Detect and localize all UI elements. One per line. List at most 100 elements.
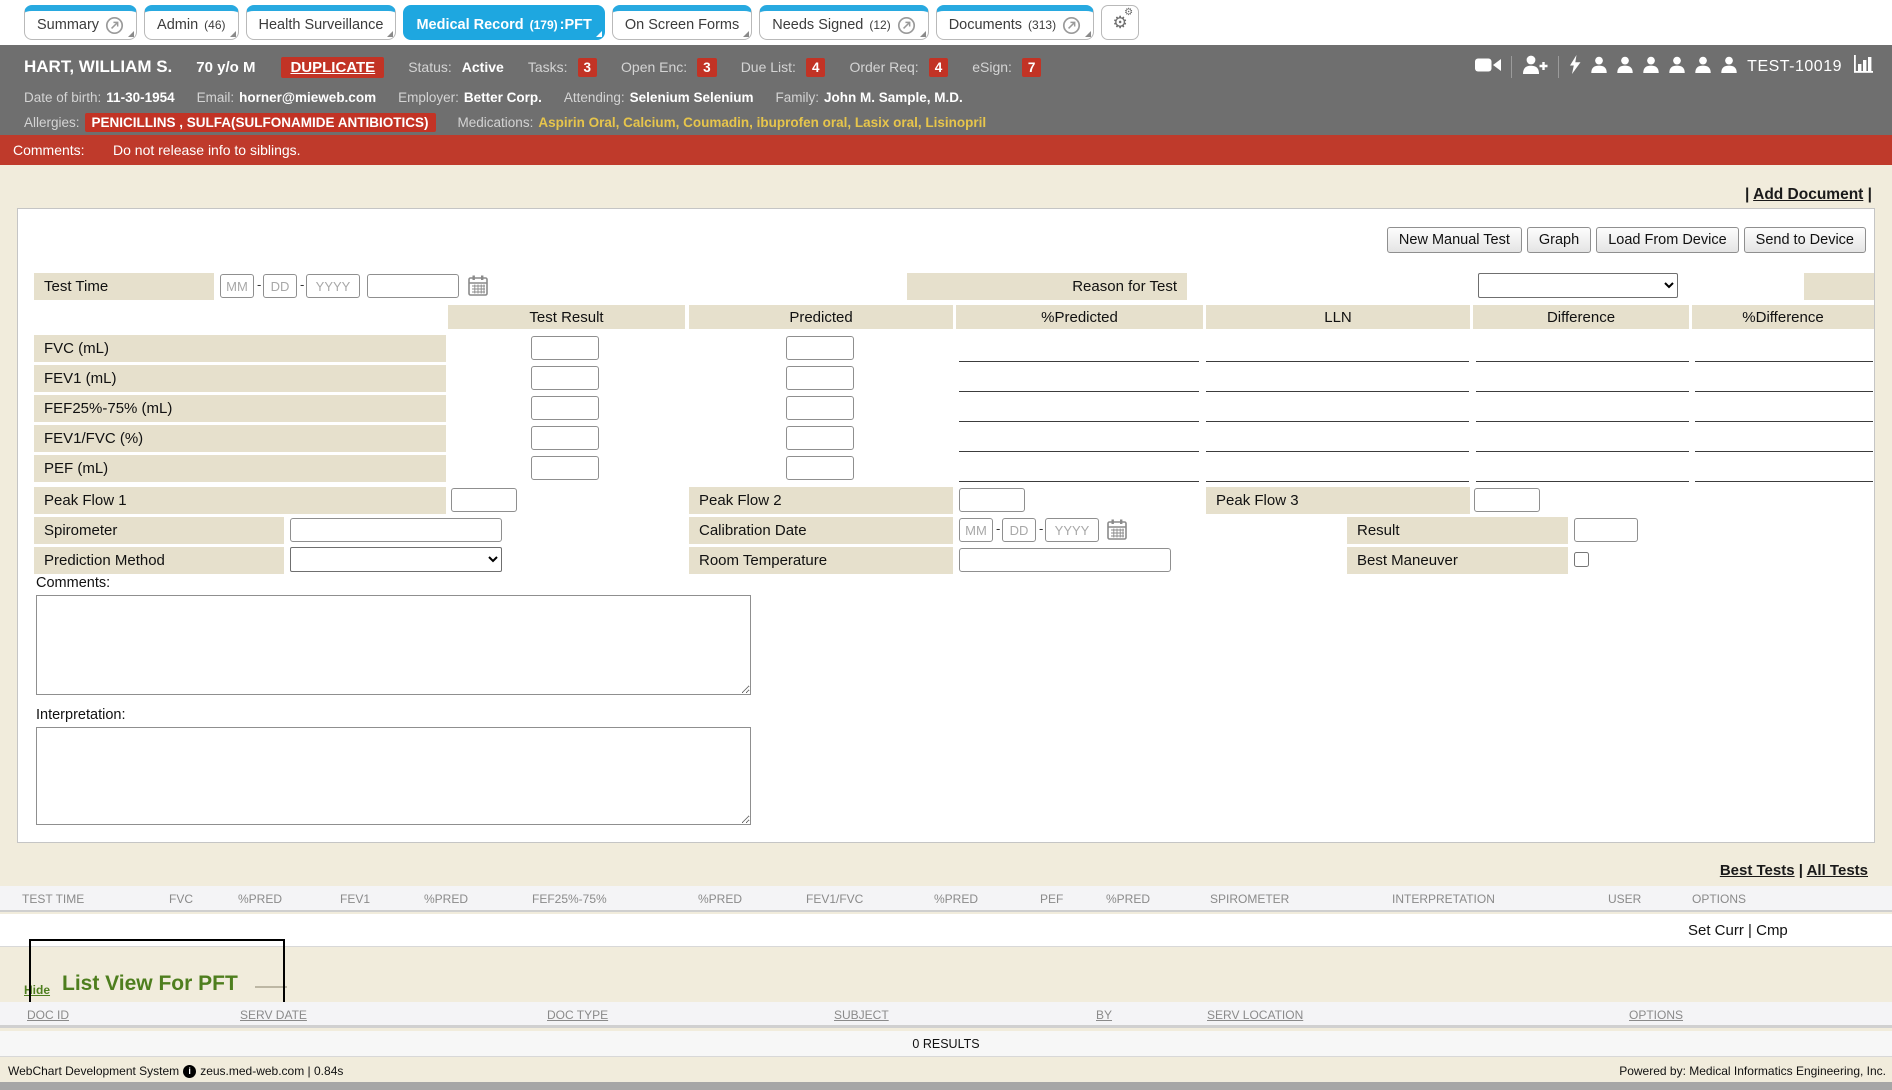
lightning-icon[interactable] (1569, 55, 1581, 79)
calendar-icon[interactable] (468, 275, 488, 301)
fvc-pct-predicted-line (959, 361, 1199, 362)
room-temperature-input[interactable] (959, 548, 1171, 572)
document-list-empty-row: 0 RESULTS (0, 1031, 1892, 1057)
doc-col-options[interactable]: OPTIONS (1629, 1008, 1683, 1022)
fvc-pct-difference-line (1695, 361, 1873, 362)
fev1-fvc-predicted-input[interactable] (786, 426, 854, 450)
doc-col-doc-type[interactable]: DOC TYPE (547, 1008, 608, 1022)
fef-test-result-input[interactable] (531, 396, 599, 420)
results-col-options: OPTIONS (1692, 892, 1746, 906)
order-req-count-badge[interactable]: 4 (929, 58, 949, 77)
date-separator: - (257, 277, 261, 292)
peak-flow-3-input[interactable] (1474, 488, 1540, 512)
results-col-spirometer: SPIROMETER (1210, 892, 1289, 906)
calibration-month-input[interactable] (959, 518, 993, 542)
add-document-link[interactable]: Add Document (1753, 186, 1863, 203)
peak-flow-1-input[interactable] (451, 488, 517, 512)
open-enc-count-badge[interactable]: 3 (697, 58, 717, 77)
cmp-link[interactable]: Cmp (1756, 922, 1788, 939)
external-link-icon[interactable] (105, 16, 124, 35)
patient-name: HART, WILLIAM S. (24, 57, 172, 77)
info-icon[interactable]: i (183, 1065, 196, 1078)
tab-admin[interactable]: Admin (46) (144, 5, 238, 40)
user-icon[interactable] (1721, 56, 1737, 78)
peak-flow-3-label-cell: Peak Flow 3 (1206, 487, 1470, 514)
spirometer-label: Spirometer (44, 522, 117, 539)
results-col-user: USER (1608, 892, 1641, 906)
doc-col-serv-date[interactable]: SERV DATE (240, 1008, 307, 1022)
tab-on-screen-forms[interactable]: On Screen Forms (612, 5, 752, 40)
bar-chart-icon[interactable] (1852, 55, 1874, 79)
user-icon[interactable] (1695, 56, 1711, 78)
spirometer-input[interactable] (290, 518, 502, 542)
fev1-pct-predicted-line (959, 391, 1199, 392)
add-user-icon[interactable] (1522, 55, 1548, 79)
tab-health-surveillance[interactable]: Health Surveillance (246, 5, 397, 40)
row-options: Set Curr | Cmp (1688, 922, 1788, 939)
tasks-count-badge[interactable]: 3 (578, 58, 598, 77)
tab-medical-record[interactable]: Medical Record (179) :PFT (403, 5, 604, 40)
test-time-day-input[interactable] (263, 274, 297, 298)
all-tests-link[interactable]: All Tests (1807, 862, 1868, 879)
best-maneuver-checkbox[interactable] (1574, 552, 1589, 567)
doc-col-subject[interactable]: SUBJECT (834, 1008, 889, 1022)
pef-test-result-input[interactable] (531, 456, 599, 480)
medications-list[interactable]: Aspirin Oral, Calcium, Coumadin, ibuprof… (538, 115, 986, 130)
prediction-method-select[interactable] (290, 547, 502, 572)
best-maneuver-label: Best Maneuver (1357, 552, 1458, 569)
results-col-pct-pred: %PRED (934, 892, 978, 906)
reason-for-test-select[interactable] (1478, 273, 1678, 298)
tab-summary[interactable]: Summary (24, 5, 137, 40)
tab-documents[interactable]: Documents (313) (936, 5, 1094, 40)
fef-predicted-input[interactable] (786, 396, 854, 420)
pef-predicted-input[interactable] (786, 456, 854, 480)
email-label: Email: (197, 90, 235, 105)
result-input[interactable] (1574, 518, 1638, 542)
calendar-icon[interactable] (1107, 519, 1127, 545)
footer-host: zeus.med-web.com | 0.84s (200, 1064, 343, 1078)
calibration-year-input[interactable] (1045, 518, 1099, 542)
esign-count-badge[interactable]: 7 (1022, 58, 1042, 77)
duplicate-badge[interactable]: DUPLICATE (281, 57, 384, 78)
interpretation-label: Interpretation: (36, 707, 125, 723)
set-curr-link[interactable]: Set Curr (1688, 922, 1744, 939)
gear-icon: ⚙ (1124, 7, 1133, 18)
doc-col-doc-id[interactable]: DOC ID (27, 1008, 69, 1022)
fev1-test-result-input[interactable] (531, 366, 599, 390)
best-tests-link[interactable]: Best Tests (1720, 862, 1795, 879)
column-header-label: LLN (1324, 309, 1352, 326)
due-list-count-badge[interactable]: 4 (806, 58, 826, 77)
external-link-icon[interactable] (1062, 16, 1081, 35)
fvc-test-result-input[interactable] (531, 336, 599, 360)
new-manual-test-button[interactable]: New Manual Test (1387, 227, 1522, 253)
row-label-fvc: FVC (mL) (34, 335, 446, 362)
fvc-predicted-input[interactable] (786, 336, 854, 360)
fev1-fvc-test-result-input[interactable] (531, 426, 599, 450)
allergies-badge[interactable]: PENICILLINS , SULFA(SULFONAMIDE ANTIBIOT… (85, 113, 436, 132)
peak-flow-2-label: Peak Flow 2 (699, 492, 782, 509)
video-camera-icon[interactable] (1475, 56, 1501, 79)
test-time-month-input[interactable] (220, 274, 254, 298)
doc-col-serv-location[interactable]: SERV LOCATION (1207, 1008, 1303, 1022)
test-time-year-input[interactable] (306, 274, 360, 298)
doc-col-by[interactable]: BY (1096, 1008, 1112, 1022)
user-icon[interactable] (1669, 56, 1685, 78)
best-maneuver-label-cell: Best Maneuver (1347, 547, 1568, 574)
test-time-time-input[interactable] (367, 274, 459, 298)
graph-button[interactable]: Graph (1527, 227, 1591, 253)
room-temperature-label-cell: Room Temperature (689, 547, 953, 574)
interpretation-textarea[interactable] (36, 727, 751, 825)
external-link-icon[interactable] (897, 16, 916, 35)
comments-textarea[interactable] (36, 595, 751, 695)
fev1-predicted-input[interactable] (786, 366, 854, 390)
user-icon[interactable] (1617, 56, 1633, 78)
calibration-day-input[interactable] (1002, 518, 1036, 542)
peak-flow-2-input[interactable] (959, 488, 1025, 512)
load-from-device-button[interactable]: Load From Device (1596, 227, 1738, 253)
user-icon[interactable] (1591, 56, 1607, 78)
settings-button[interactable]: ⚙ ⚙ (1101, 5, 1139, 40)
fef-lln-line (1206, 421, 1469, 422)
send-to-device-button[interactable]: Send to Device (1744, 227, 1866, 253)
user-icon[interactable] (1643, 56, 1659, 78)
tab-needs-signed[interactable]: Needs Signed (12) (759, 5, 928, 40)
